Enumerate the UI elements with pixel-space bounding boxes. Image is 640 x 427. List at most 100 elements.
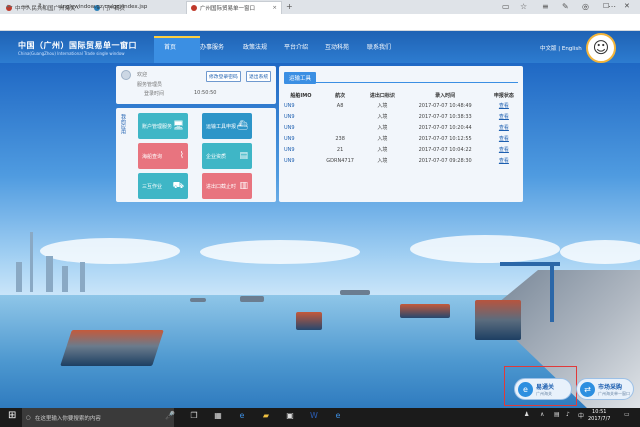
tray-arrow-icon[interactable]: ∧ xyxy=(540,411,544,418)
forward-icon[interactable]: → xyxy=(22,2,29,11)
edge-icon[interactable]: e xyxy=(236,410,248,422)
app-account-management[interactable]: 账户管理服务 🖥 xyxy=(138,113,188,139)
truck-icon: ⛟ xyxy=(172,180,184,191)
site-logo-title[interactable]: 中国（广州）国际贸易单一窗口 xyxy=(18,40,137,51)
login-time: 10:50:50 xyxy=(194,90,217,96)
col-time: 录入时间 xyxy=(435,92,456,99)
account-icon[interactable]: ◎ xyxy=(582,2,589,11)
view-link[interactable]: 查看 xyxy=(488,144,520,155)
windows-start-icon[interactable]: ⊞ xyxy=(8,410,16,421)
cell-imo: UN9 xyxy=(284,146,295,153)
browser-tab-singlewindow[interactable]: 广州国际贸易单一窗口 × xyxy=(186,1,282,14)
button-subtitle: 广州海关 xyxy=(536,390,552,396)
taskbar-clock[interactable]: 10:51 2017/7/7 xyxy=(588,409,610,423)
app-label: 账户管理服务 xyxy=(142,123,173,130)
app-three-mutual[interactable]: 三互作业 ⛟ xyxy=(138,173,188,199)
close-tab-icon[interactable]: × xyxy=(272,5,277,11)
logout-button[interactable]: 退出系统 xyxy=(246,71,272,82)
microphone-icon[interactable]: 🎤 xyxy=(164,410,176,422)
cargo-ship xyxy=(296,312,322,330)
task-view-icon[interactable]: ❐ xyxy=(188,410,200,422)
volume-icon[interactable]: ♪ xyxy=(566,411,570,418)
app-enterprise-qualification[interactable]: 企业资质 ▤ xyxy=(202,143,252,169)
cell-flag: 入境 xyxy=(377,147,388,153)
cloud xyxy=(560,240,640,264)
store-icon[interactable]: ▣ xyxy=(284,410,296,422)
nav-home[interactable]: 首页 xyxy=(164,42,176,51)
view-link[interactable]: 查看 xyxy=(488,155,520,166)
city-tower xyxy=(30,232,33,292)
my-apps-title: 我的应用 xyxy=(120,114,126,134)
cell-imo: UN9 xyxy=(284,157,295,164)
cell-imo: UN9 xyxy=(284,102,295,109)
ime-icon[interactable]: 中 xyxy=(578,411,584,420)
cell-flag: 入境 xyxy=(377,114,388,120)
nav-interactive[interactable]: 互动科苑 xyxy=(325,42,349,51)
site-logo-subtitle: China(GuangZhou) International Trade sin… xyxy=(18,51,125,56)
easy-clearance-button[interactable]: e 易通关 广州海关 xyxy=(514,378,572,400)
notes-icon[interactable]: ✎ xyxy=(562,2,569,11)
word-icon[interactable]: W xyxy=(308,410,320,422)
folder-icon[interactable]: ▦ xyxy=(212,410,224,422)
table-row: UN9 21 入境 2017-07-07 10:04:22 查看 xyxy=(284,144,520,155)
nav-contact[interactable]: 联系我们 xyxy=(367,42,391,51)
records-table: 船舶IMO 航次 进出口标识 录入时间 申报状态 UN9 A8 入境 2017-07-… xyxy=(284,90,520,166)
nav-about[interactable]: 平台介绍 xyxy=(284,42,308,51)
cell-voyage: A8 xyxy=(336,102,344,109)
change-password-button[interactable]: 修改登录密码 xyxy=(206,71,241,82)
cell-time: 2017-07-07 10:38:33 xyxy=(418,113,472,120)
cell-flag: 入境 xyxy=(377,158,388,164)
back-icon[interactable]: ← xyxy=(6,2,13,11)
cell-imo: UN9 xyxy=(284,124,295,131)
bar-chart-icon: ▥ xyxy=(239,181,248,191)
view-link[interactable]: 查看 xyxy=(488,111,520,122)
city-building xyxy=(16,262,22,292)
view-link[interactable]: 查看 xyxy=(488,100,520,111)
network-icon[interactable]: ▤ xyxy=(554,411,560,418)
refresh-icon[interactable]: ↻ xyxy=(38,2,45,11)
ie-icon[interactable]: e xyxy=(332,410,344,422)
hub-icon[interactable]: ≡ xyxy=(542,2,549,11)
table-row: UN9 入境 2017-07-07 10:38:33 查看 xyxy=(284,111,520,122)
table-row: UN9 入境 2017-07-07 10:20:44 查看 xyxy=(284,122,520,133)
more-icon[interactable]: ⋯ xyxy=(608,2,616,11)
view-link[interactable]: 查看 xyxy=(488,122,520,133)
address-bar xyxy=(0,14,640,31)
reading-view-icon[interactable]: ▭ xyxy=(502,2,510,11)
cell-time: 2017-07-07 10:20:44 xyxy=(418,124,472,131)
table-header-row: 船舶IMO 航次 进出口标识 录入时间 申报状态 xyxy=(284,90,520,100)
cloud xyxy=(200,240,360,264)
clock-time: 10:51 xyxy=(592,409,607,415)
procurement-icon: ⇄ xyxy=(580,381,595,397)
nav-policies[interactable]: 政策法规 xyxy=(243,42,267,51)
cargo-ship xyxy=(475,300,521,340)
table-row: UN9 A8 入境 2017-07-07 10:48:49 查看 xyxy=(284,100,520,111)
cell-time: 2017-07-07 10:48:49 xyxy=(418,102,472,109)
language-switch[interactable]: 中文版 | English xyxy=(540,44,582,52)
favorite-star-icon[interactable]: ☆ xyxy=(520,2,527,11)
notifications-icon[interactable]: ▭ xyxy=(624,411,630,418)
file-explorer-icon[interactable]: ▰ xyxy=(260,410,272,422)
chart-icon: ⌇ xyxy=(179,151,184,161)
app-cutoff-time[interactable]: 进出口截止时 ▥ xyxy=(202,173,252,199)
close-window-icon[interactable]: ✕ xyxy=(624,2,630,10)
mascot-icon: ☺ xyxy=(586,33,616,63)
app-vessel-query[interactable]: 海船查询 ⌇ xyxy=(138,143,188,169)
people-icon[interactable]: ♟ xyxy=(524,411,529,418)
app-transport-declaration[interactable]: 运输工具申报 ⛴ xyxy=(202,113,252,139)
view-link[interactable]: 查看 xyxy=(488,133,520,144)
url-field[interactable]: singlewindow.gz.cn/gzj/index.jsp xyxy=(58,4,147,10)
city-building xyxy=(80,262,85,292)
tab-underline xyxy=(284,82,518,83)
new-tab-icon[interactable]: + xyxy=(286,2,293,11)
app-label: 海船查询 xyxy=(142,153,163,160)
button-title: 易通关 xyxy=(536,383,555,391)
cell-flag: 入境 xyxy=(377,136,388,142)
nav-services[interactable]: 办事服务 xyxy=(200,42,224,51)
taskbar-search-box[interactable]: ○ 在这里输入你要搜索的内容 xyxy=(22,408,174,427)
cell-flag: 入境 xyxy=(377,103,388,109)
cell-voyage: 238 xyxy=(335,135,345,142)
cortana-icon: ○ xyxy=(26,414,31,421)
market-procurement-button[interactable]: ⇄ 市场采购 广州海关单一窗口 xyxy=(576,378,634,400)
clearance-icon: e xyxy=(518,381,533,397)
